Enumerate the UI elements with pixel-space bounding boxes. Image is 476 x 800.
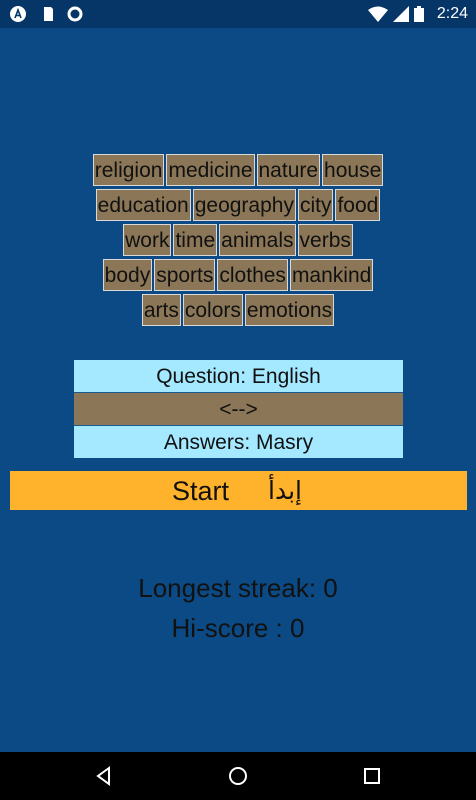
navigation-bar — [0, 752, 476, 800]
question-language-button[interactable]: Question: English — [74, 360, 403, 393]
status-bar: 2:24 — [0, 0, 476, 28]
status-time: 2:24 — [436, 5, 468, 22]
wifi-icon — [368, 6, 388, 22]
category-body[interactable]: body — [102, 259, 153, 291]
category-emotions[interactable]: emotions — [244, 294, 335, 326]
category-sports[interactable]: sports — [154, 259, 216, 291]
start-label-arabic: إبدأ — [268, 476, 302, 505]
circle-icon — [67, 6, 83, 22]
category-animals[interactable]: animals — [219, 224, 296, 256]
category-city[interactable]: city — [297, 189, 334, 221]
swap-languages-button[interactable]: <--> — [74, 393, 403, 426]
category-work[interactable]: work — [123, 224, 172, 256]
category-time[interactable]: time — [173, 224, 218, 256]
category-verbs[interactable]: verbs — [297, 224, 353, 256]
category-arts[interactable]: arts — [141, 294, 181, 326]
category-row: arts colors emotions — [0, 294, 476, 326]
category-nature[interactable]: nature — [256, 154, 321, 186]
category-clothes[interactable]: clothes — [217, 259, 288, 291]
answer-language-button[interactable]: Answers: Masry — [74, 426, 403, 458]
battery-icon — [414, 6, 424, 22]
longest-streak: Longest streak: 0 — [138, 573, 338, 603]
back-icon[interactable] — [94, 766, 114, 786]
start-button[interactable]: Start إبدأ — [10, 471, 467, 510]
language-selector: Question: English <--> Answers: Masry — [74, 360, 403, 458]
signal-icon — [393, 6, 409, 22]
recents-icon[interactable] — [362, 766, 382, 786]
category-row: body sports clothes mankind — [0, 259, 476, 291]
category-row: religion medicine nature house — [0, 154, 476, 186]
category-food[interactable]: food — [335, 189, 381, 221]
category-colors[interactable]: colors — [182, 294, 243, 326]
home-icon[interactable] — [228, 766, 248, 786]
category-mankind[interactable]: mankind — [289, 259, 374, 291]
hi-score: Hi-score : 0 — [171, 613, 305, 643]
category-house[interactable]: house — [322, 154, 384, 186]
category-grid: religion medicine nature house education… — [0, 154, 476, 329]
app-a-icon — [10, 6, 26, 22]
category-education[interactable]: education — [95, 189, 191, 221]
category-medicine[interactable]: medicine — [166, 154, 255, 186]
category-religion[interactable]: religion — [92, 154, 165, 186]
category-row: education geography city food — [0, 189, 476, 221]
category-geography[interactable]: geography — [192, 189, 296, 221]
start-label: Start — [172, 476, 230, 506]
sd-card-icon — [44, 7, 53, 21]
category-row: work time animals verbs — [0, 224, 476, 256]
